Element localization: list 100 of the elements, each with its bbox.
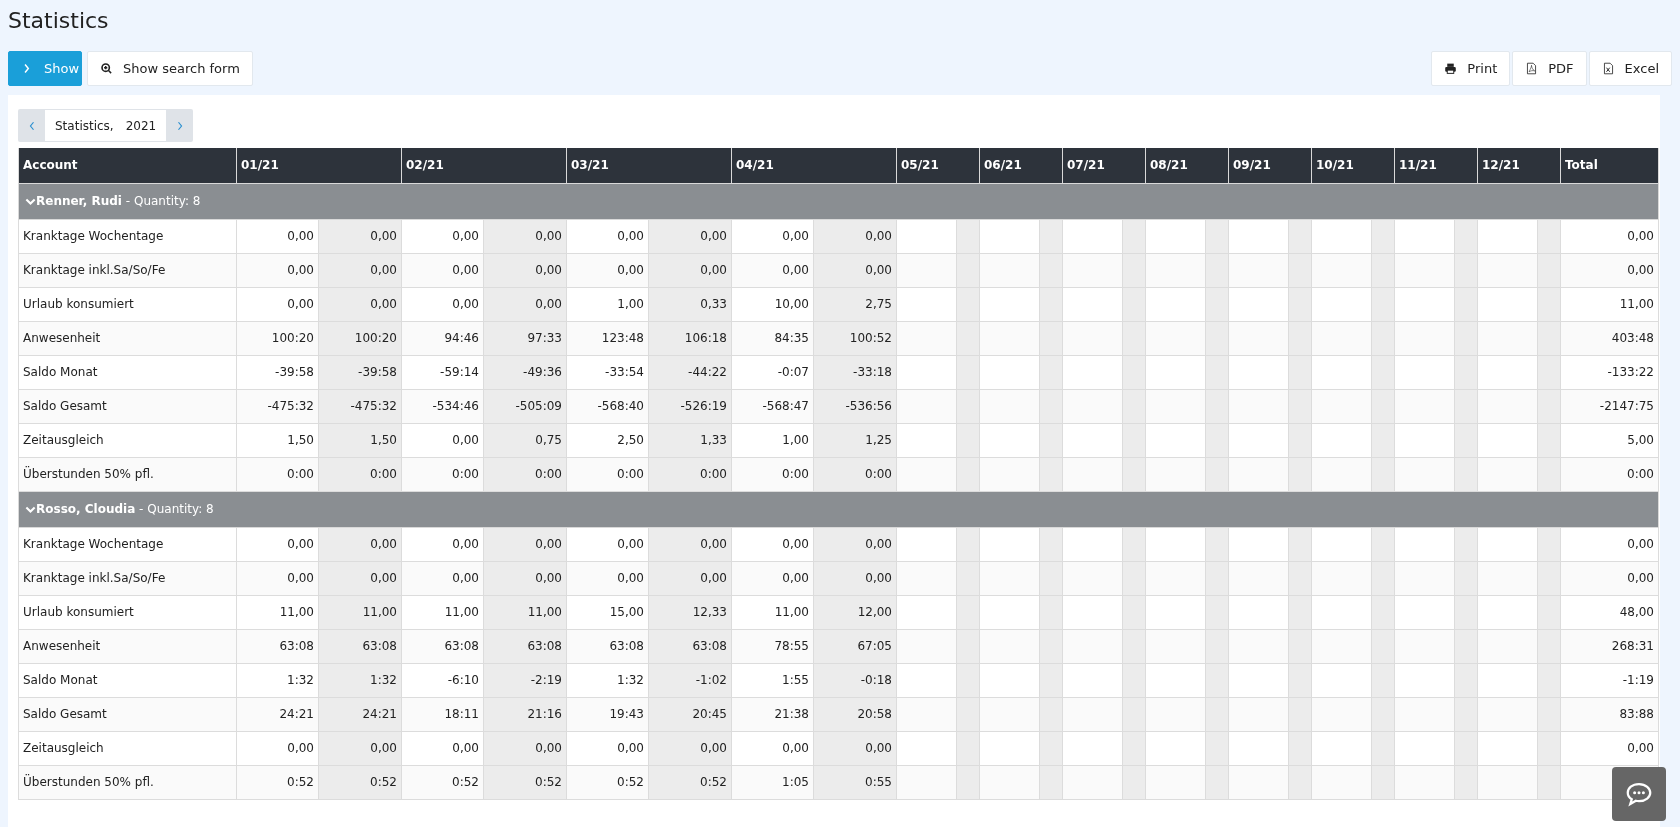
table-cell: 0:00 <box>648 457 732 491</box>
table-cell: 0,00 <box>318 561 402 595</box>
table-cell: 0,00 <box>236 527 319 561</box>
table-cell: 0,00 <box>401 527 484 561</box>
table-cell: -475:32 <box>236 389 319 423</box>
column-header: 09/21 <box>1228 148 1312 183</box>
account-label: Saldo Monat <box>18 355 237 389</box>
account-label: Saldo Gesamt <box>18 697 237 731</box>
excel-button[interactable]: Excel <box>1588 51 1672 86</box>
table-cell: 0,00 <box>318 253 402 287</box>
table-cell: 0,00 <box>1560 527 1659 561</box>
table-cell: 0:00 <box>731 457 814 491</box>
table-cell: 1:32 <box>566 663 649 697</box>
table-cell: 1,50 <box>236 423 319 457</box>
column-header: 01/21 <box>236 148 402 183</box>
print-button[interactable]: Print <box>1431 51 1511 86</box>
table-cell: -6:10 <box>401 663 484 697</box>
table-cell: -44:22 <box>648 355 732 389</box>
table-cell: 63:08 <box>566 629 649 663</box>
chat-button[interactable] <box>1612 767 1666 821</box>
table-cell: 11,00 <box>483 595 567 629</box>
table-cell: 0,00 <box>731 253 814 287</box>
table-cell: 0,00 <box>566 253 649 287</box>
table-cell: -475:32 <box>318 389 402 423</box>
table-cell: 20:45 <box>648 697 732 731</box>
table-cell: 11,00 <box>236 595 319 629</box>
table-cell: -49:36 <box>483 355 567 389</box>
table-cell: 84:35 <box>731 321 814 355</box>
table-cell: 123:48 <box>566 321 649 355</box>
table-cell: 1:32 <box>318 663 402 697</box>
table-cell: -568:47 <box>731 389 814 423</box>
table-cell: 100:20 <box>318 321 402 355</box>
table-cell: 2,50 <box>566 423 649 457</box>
table-cell: 0,00 <box>483 253 567 287</box>
table-cell: 0:52 <box>236 765 319 799</box>
table-cell: 67:05 <box>813 629 897 663</box>
table-cell: 48,00 <box>1560 595 1659 629</box>
column-header: 10/21 <box>1311 148 1395 183</box>
table-cell: 0,00 <box>648 253 732 287</box>
search-form-button[interactable]: Show search form <box>87 51 253 86</box>
account-label: Kranktage inkl.Sa/So/Fe <box>18 253 237 287</box>
table-cell: 0,00 <box>318 527 402 561</box>
table-cell: 0,00 <box>401 731 484 765</box>
table-cell: 0,00 <box>813 731 897 765</box>
table-cell: 1,50 <box>318 423 402 457</box>
table-cell: -0:18 <box>813 663 897 697</box>
table-cell: 100:20 <box>236 321 319 355</box>
table-cell: -534:46 <box>401 389 484 423</box>
table-cell: 0,00 <box>236 561 319 595</box>
table-cell: 0:52 <box>318 765 402 799</box>
column-header: 06/21 <box>979 148 1063 183</box>
table-cell: 0:00 <box>813 457 897 491</box>
table-cell: 10,00 <box>731 287 814 321</box>
table-cell: 0:00 <box>236 457 319 491</box>
account-label: Saldo Gesamt <box>18 389 237 423</box>
table-cell: 0,75 <box>483 423 567 457</box>
table-cell: 106:18 <box>648 321 732 355</box>
column-header: Account <box>18 148 237 183</box>
table-cell: 0,00 <box>566 527 649 561</box>
table-cell: 0,00 <box>566 731 649 765</box>
table-cell: 0,00 <box>401 287 484 321</box>
table-cell: 0:00 <box>401 457 484 491</box>
table-cell: 0,00 <box>1560 731 1659 765</box>
table-cell: 0:55 <box>813 765 897 799</box>
table-cell: 0,00 <box>731 527 814 561</box>
account-label: Kranktage Wochentage <box>18 219 237 253</box>
table-cell: 94:46 <box>401 321 484 355</box>
pdf-file-icon <box>1525 62 1539 75</box>
table-cell: 0,00 <box>648 527 732 561</box>
table-cell: 403:48 <box>1560 321 1659 355</box>
column-header: 08/21 <box>1145 148 1229 183</box>
table-cell: 5,00 <box>1560 423 1659 457</box>
table-cell: -1:19 <box>1560 663 1659 697</box>
account-label: Zeitausgleich <box>18 731 237 765</box>
table-cell: 21:38 <box>731 697 814 731</box>
table-cell: 1:32 <box>236 663 319 697</box>
table-cell: 0,00 <box>648 731 732 765</box>
period-year: 2021 <box>125 118 157 133</box>
spreadsheet-file-icon <box>1601 62 1615 75</box>
table-cell: 15,00 <box>566 595 649 629</box>
table-cell: 63:08 <box>483 629 567 663</box>
table-cell: -1:02 <box>648 663 732 697</box>
table-cell: 268:31 <box>1560 629 1659 663</box>
table-cell: 19:43 <box>566 697 649 731</box>
group-heading: Renner, Rudi - Quantity: 8 <box>36 194 201 208</box>
table-cell: -59:14 <box>401 355 484 389</box>
table-cell: 0,00 <box>401 253 484 287</box>
table-cell: 0,00 <box>813 253 897 287</box>
table-cell: 0,00 <box>401 219 484 253</box>
account-label: Urlaub konsumiert <box>18 287 237 321</box>
account-label: Kranktage Wochentage <box>18 527 237 561</box>
table-cell: 0:00 <box>318 457 402 491</box>
zoom-in-icon <box>100 62 113 75</box>
table-cell: 11,00 <box>401 595 484 629</box>
table-cell: 20:58 <box>813 697 897 731</box>
table-cell: -526:19 <box>648 389 732 423</box>
table-cell: 0,00 <box>483 527 567 561</box>
table-cell: 0,00 <box>731 731 814 765</box>
pdf-button[interactable]: PDF <box>1512 51 1587 86</box>
table-cell: -33:54 <box>566 355 649 389</box>
